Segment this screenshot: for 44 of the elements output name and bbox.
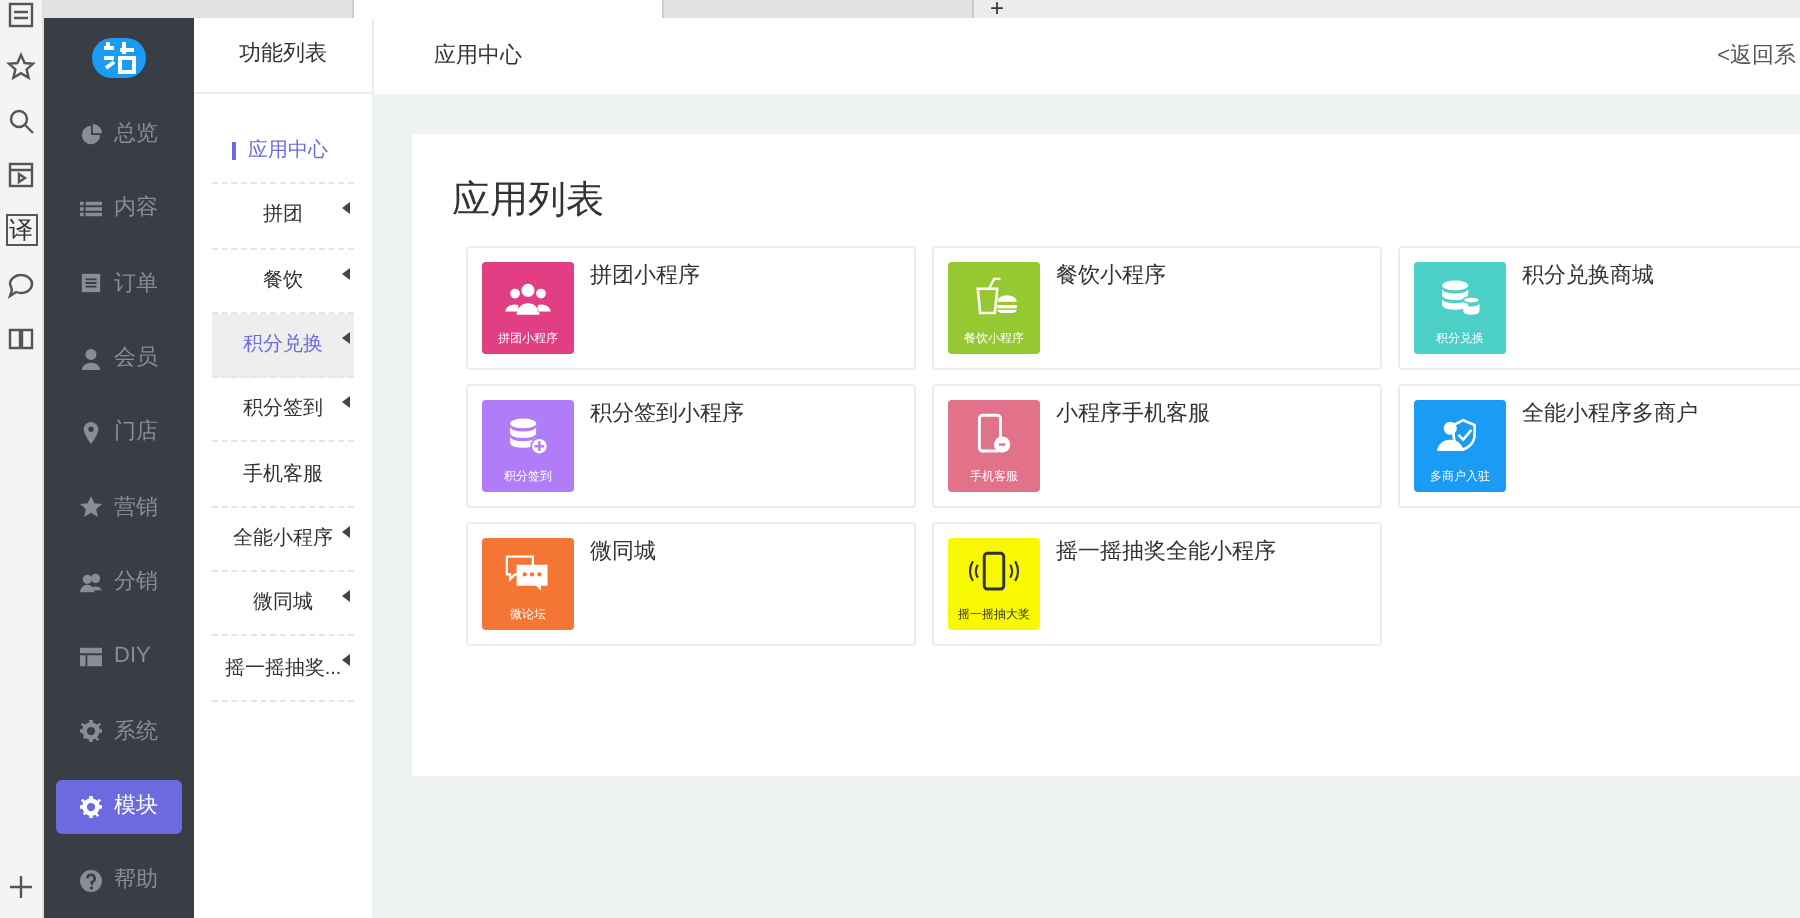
translate-button[interactable]: 译 xyxy=(5,214,37,246)
nav-item[interactable]: 模块 xyxy=(56,779,182,834)
user-icon xyxy=(80,347,102,370)
sub-nav-title: 功能列表 xyxy=(239,40,327,71)
back-link[interactable]: <返回系 xyxy=(1717,39,1796,73)
app-name: 餐饮小程序 xyxy=(1056,264,1166,290)
sub-nav-item[interactable]: 积分兑换 xyxy=(212,313,354,379)
pie-chart-icon xyxy=(80,123,102,146)
app-name: 积分签到小程序 xyxy=(590,402,744,428)
app-name: 摇一摇抽奖全能小程序 xyxy=(1056,540,1276,566)
book-icon[interactable] xyxy=(6,324,36,354)
list-icon xyxy=(80,198,102,221)
search-icon[interactable] xyxy=(6,106,36,136)
star-icon xyxy=(80,496,102,519)
document-icon xyxy=(80,272,102,295)
plus-icon[interactable] xyxy=(6,872,36,902)
location-pin-icon xyxy=(80,422,102,445)
app-name: 微同城 xyxy=(590,540,656,566)
layout-icon xyxy=(80,645,102,668)
help-icon xyxy=(80,869,102,892)
star-icon[interactable] xyxy=(6,52,36,82)
app-name: 拼团小程序 xyxy=(590,264,700,290)
sub-nav-item[interactable]: 摇一摇抽奖... xyxy=(212,636,354,702)
chat-bubble-icon[interactable] xyxy=(6,270,36,300)
phone-vibrating-icon xyxy=(968,548,1020,596)
sub-nav-item[interactable]: 拼团 xyxy=(212,184,354,250)
app-name: 全能小程序多商户 xyxy=(1522,402,1698,428)
list-icon[interactable] xyxy=(6,0,36,30)
new-tab-button[interactable]: + xyxy=(990,0,1005,18)
sub-nav-item[interactable]: 微同城 xyxy=(212,572,354,637)
app-name: 积分兑换商城 xyxy=(1522,264,1654,290)
page-title: 应用中心 xyxy=(434,41,522,72)
sub-nav-item[interactable]: 应用中心 xyxy=(212,120,354,185)
users-icon xyxy=(80,571,102,594)
section-title: 应用列表 xyxy=(452,178,606,226)
logo-icon xyxy=(92,38,146,78)
sub-nav-item[interactable]: 全能小程序 xyxy=(212,507,354,573)
sub-nav-item[interactable]: 积分签到 xyxy=(212,378,354,443)
active-marker xyxy=(232,142,236,161)
video-icon[interactable] xyxy=(6,160,36,190)
gear-icon xyxy=(80,795,102,818)
gear-icon xyxy=(80,720,102,743)
sub-nav-item[interactable]: 手机客服 xyxy=(212,442,354,508)
app-name: 小程序手机客服 xyxy=(1056,402,1210,428)
